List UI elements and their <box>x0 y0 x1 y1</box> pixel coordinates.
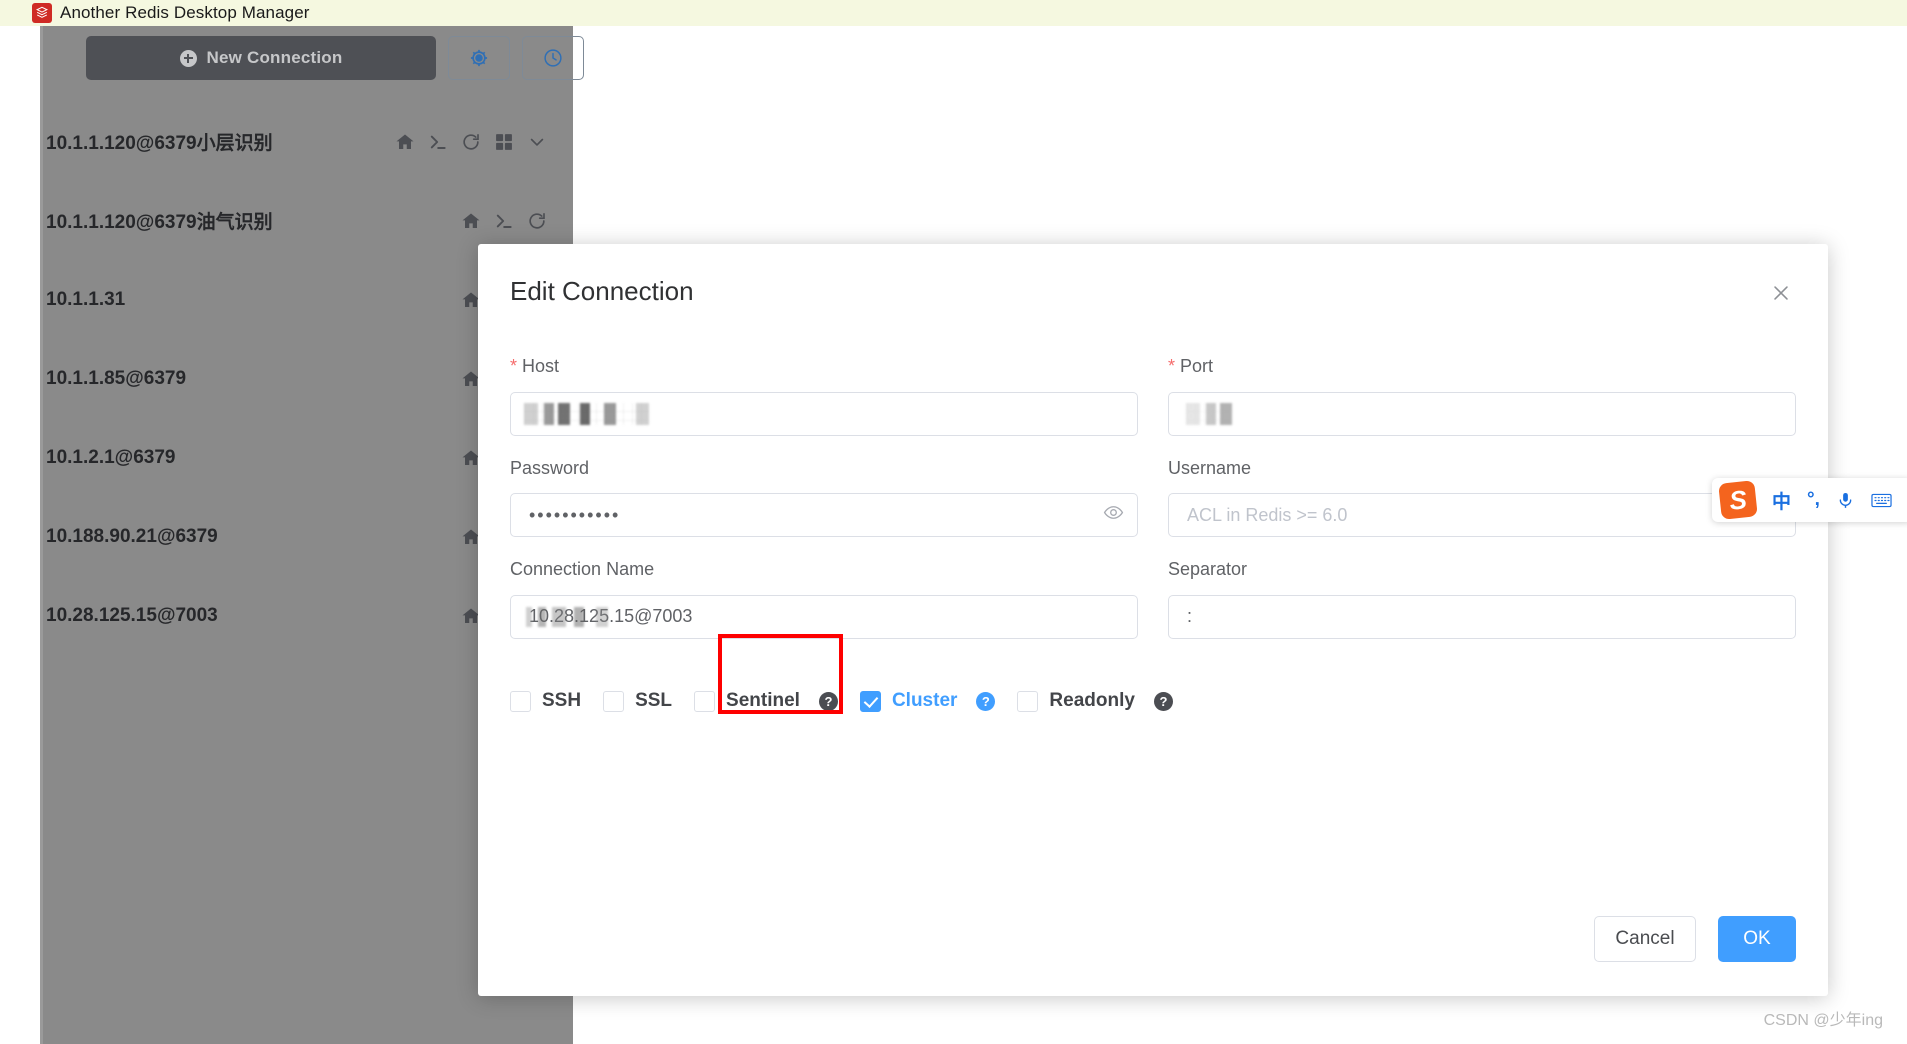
connection-name-label: 10.188.90.21@6379 <box>46 525 218 547</box>
connection-options-checkbox-row: SSH SSL Sentinel? Cluster? Readonly? <box>510 690 1796 712</box>
password-input[interactable] <box>510 493 1138 538</box>
checkbox-box[interactable] <box>859 690 881 712</box>
checkbox-box[interactable] <box>1017 690 1039 712</box>
sogou-ime-toolbar: S 中 °, <box>1712 478 1907 522</box>
redis-logo-icon <box>32 3 52 23</box>
dialog-title: Edit Connection <box>510 276 694 306</box>
username-input[interactable] <box>1168 493 1796 538</box>
checkbox-label: Cluster <box>891 690 958 711</box>
port-label: * Port <box>1168 356 1796 378</box>
checkbox-label: Sentinel <box>726 690 800 711</box>
refresh-icon[interactable] <box>461 132 481 152</box>
checkbox-label: Readonly <box>1049 690 1135 711</box>
host-label-text: Host <box>522 356 560 376</box>
field-password: Password <box>510 458 1138 538</box>
connection-name-label: Connection Name <box>510 559 655 580</box>
chevron-down-icon[interactable] <box>527 132 547 152</box>
ime-voice-button[interactable] <box>1836 491 1855 510</box>
question-mark-icon[interactable]: ? <box>818 691 838 711</box>
ime-soft-keyboard-button[interactable] <box>1871 491 1892 510</box>
checkbox-box[interactable] <box>603 690 625 712</box>
refresh-icon[interactable] <box>527 211 547 231</box>
checkbox-box[interactable] <box>510 690 531 712</box>
eye-icon <box>1103 502 1124 528</box>
edit-connection-dialog: Edit Connection * Host * Port Password •… <box>478 244 1828 996</box>
sogou-s-logo[interactable]: S <box>1718 480 1758 520</box>
settings-button[interactable] <box>448 36 510 80</box>
app-body: New Connection 10.1.1.120@6379小层识别 10.1.… <box>0 26 1907 1044</box>
port-input[interactable] <box>1168 391 1796 436</box>
history-button[interactable] <box>522 36 584 80</box>
host-label: * Host <box>510 356 1138 378</box>
clock-icon <box>542 47 564 69</box>
connection-name-input[interactable] <box>510 594 1138 639</box>
checkbox-label: SSH <box>542 690 582 711</box>
checkbox-ssh[interactable]: SSH <box>510 690 603 712</box>
new-connection-button[interactable]: New Connection <box>86 36 436 80</box>
question-mark-icon[interactable]: ? <box>1153 691 1173 711</box>
connection-name-label: 10.1.2.1@6379 <box>46 446 176 468</box>
form-row-password-username: Password ••••••••••• Username ACL in Red… <box>510 458 1796 538</box>
toggle-password-visibility-button[interactable] <box>1103 502 1124 528</box>
ok-button[interactable]: OK <box>1718 916 1796 962</box>
close-icon <box>1770 282 1792 304</box>
cancel-button[interactable]: Cancel <box>1594 916 1696 962</box>
checkbox-label: SSL <box>635 690 673 711</box>
connection-name-label: 10.1.1.120@6379小层识别 <box>46 133 273 154</box>
connection-name-label: 10.28.125.15@7003 <box>46 604 218 626</box>
field-username: Username <box>1168 458 1796 538</box>
connection-name-label: 10.1.1.120@6379油气识别 <box>46 212 273 233</box>
host-input[interactable] <box>510 391 1138 436</box>
connection-form: * Host * Port Password ••••••••••• Usern… <box>510 356 1796 661</box>
form-row-name-separator: Connection Name Separator <box>510 559 1796 639</box>
window-titlebar: Another Redis Desktop Manager <box>0 0 1907 26</box>
checkbox-ssl[interactable]: SSL <box>603 690 694 712</box>
username-label: Username <box>1168 457 1252 478</box>
terminal-icon[interactable] <box>428 132 448 152</box>
field-separator: Separator <box>1168 559 1796 639</box>
port-label-text: Port <box>1180 356 1214 376</box>
field-port: * Port <box>1168 356 1796 436</box>
checkbox-readonly[interactable]: Readonly? <box>1017 690 1195 712</box>
form-row-host-port: * Host * Port <box>510 356 1796 436</box>
required-star: * <box>510 356 518 376</box>
microphone-icon <box>1836 491 1855 510</box>
checkbox-box[interactable] <box>694 690 716 712</box>
connection-list-item[interactable]: 10.1.1.120@6379小层识别 <box>40 102 573 181</box>
sidebar-toolbar: New Connection <box>86 36 584 80</box>
ime-punctuation-button[interactable]: °, <box>1807 489 1820 511</box>
checkbox-cluster[interactable]: Cluster? <box>859 690 1017 712</box>
csdn-watermark: CSDN @少年ing <box>1763 1012 1883 1029</box>
home-icon[interactable] <box>461 211 481 231</box>
separator-input[interactable] <box>1168 594 1796 639</box>
password-label: Password <box>510 457 590 478</box>
left-edge-strip <box>0 26 40 1044</box>
dialog-close-button[interactable] <box>1764 276 1798 310</box>
grid-icon[interactable] <box>494 132 514 152</box>
terminal-icon[interactable] <box>494 211 514 231</box>
connection-name-label: 10.1.1.85@6379 <box>46 367 187 389</box>
keyboard-icon <box>1871 491 1892 510</box>
connection-row-actions <box>395 132 573 152</box>
home-icon[interactable] <box>395 132 415 152</box>
separator-label: Separator <box>1168 559 1248 580</box>
new-connection-label: New Connection <box>206 48 343 67</box>
ime-chinese-mode-button[interactable]: 中 <box>1772 487 1791 514</box>
field-connection-name: Connection Name <box>510 559 1138 639</box>
question-mark-icon[interactable]: ? <box>976 691 996 711</box>
field-host: * Host <box>510 356 1138 436</box>
plus-circle-icon <box>179 49 197 67</box>
required-star: * <box>1168 356 1176 376</box>
window-title: Another Redis Desktop Manager <box>60 3 310 22</box>
dialog-footer: Cancel OK <box>1594 916 1796 962</box>
checkbox-sentinel[interactable]: Sentinel? <box>694 690 860 712</box>
connection-row-actions <box>461 211 573 231</box>
connection-name-label: 10.1.1.31 <box>46 288 126 310</box>
gear-icon <box>468 47 490 69</box>
